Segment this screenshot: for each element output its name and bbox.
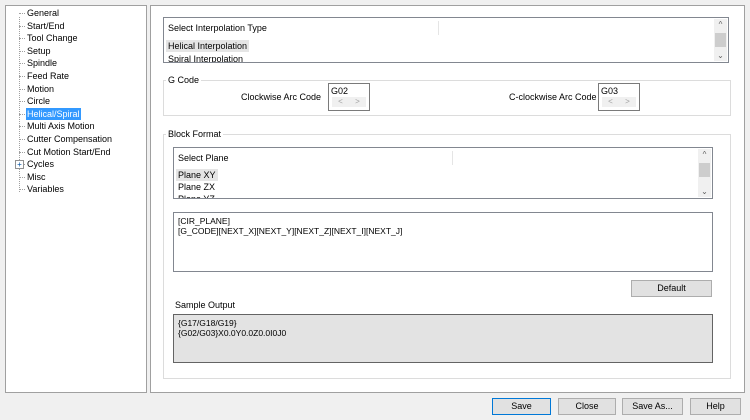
tree-item[interactable]: Motion [26,83,55,95]
chevron-left-icon[interactable]: < [608,97,613,107]
column-divider [438,21,439,35]
save-button[interactable]: Save [492,398,551,415]
help-button[interactable]: Help [690,398,741,415]
save-as-button[interactable]: Save As... [622,398,683,415]
group-title: Block Format [166,129,224,139]
field-value: G02 [331,86,349,96]
tree-line [19,13,25,14]
tree-line [19,101,25,103]
default-button[interactable]: Default [631,280,712,297]
format-line: [CIR_PLANE] [178,216,230,226]
tree-item[interactable]: Multi Axis Motion [26,120,96,132]
list-item[interactable]: Plane YZ [176,193,217,198]
chevron-right-icon[interactable]: > [625,97,630,107]
sample-output-label: Sample Output [175,300,236,310]
tree-item[interactable]: Cycles [26,158,55,170]
cw-arc-code-field[interactable]: G02 < > [328,83,370,111]
list-item[interactable]: Plane ZX [176,181,217,193]
tree-item[interactable]: Start/End [26,20,66,32]
tree-line [19,126,25,128]
tree-line [19,50,25,52]
tree-line [19,189,25,191]
sample-line: {G02/G03}X0.0Y0.0Z0.0I0J0 [178,328,287,338]
ccw-arc-label: C-clockwise Arc Code [509,92,597,102]
tree-line [19,88,25,90]
select-plane-list[interactable]: Select Plane Plane XY Plane ZX Plane YZ … [173,147,713,199]
chevron-up-icon[interactable]: ^ [698,150,711,159]
chevron-down-icon[interactable]: ⌄ [698,187,711,196]
list-item[interactable]: Plane XY [176,169,218,181]
list-item[interactable]: Helical Interpolation [166,40,250,52]
list-header: Select Plane [178,153,229,163]
tree-item[interactable]: General [26,7,60,19]
tree-line [19,113,25,115]
tree-item[interactable]: Cutter Compensation [26,133,113,145]
chevron-down-icon[interactable]: ⌄ [714,51,727,60]
tree-item[interactable]: Setup [26,45,52,57]
chevron-right-icon[interactable]: > [355,97,360,107]
tree-item[interactable]: Feed Rate [26,70,70,82]
tree-item[interactable]: Cut Motion Start/End [26,146,112,158]
spinner[interactable]: < > [602,97,636,107]
settings-tree[interactable]: General Start/End Tool Change Setup Spindle F… [5,5,147,393]
tree-line [19,151,25,153]
scrollbar[interactable]: ^ ⌄ [698,149,711,197]
tree-item[interactable]: Helical/Spiral [26,107,81,120]
tree-line [19,38,25,40]
sample-line: {G17/G18/G19} [178,318,237,328]
scrollbar[interactable]: ^ ⌄ [714,19,727,61]
chevron-left-icon[interactable]: < [338,97,343,107]
tree-item[interactable]: Variables [26,183,65,195]
tree-item[interactable]: Spindle [26,57,58,69]
tree-item[interactable]: Tool Change [26,32,79,44]
format-line: [G_CODE][NEXT_X][NEXT_Y][NEXT_Z][NEXT_I]… [178,226,403,236]
list-header: Select Interpolation Type [168,23,267,33]
cw-arc-label: Clockwise Arc Code [241,92,322,102]
expand-icon[interactable]: + [15,159,24,169]
field-value: G03 [601,86,619,96]
tree-line [19,76,25,77]
tree-line [19,176,25,178]
settings-panel: Select Interpolation Type Helical Interp… [150,5,745,393]
tree-line [19,139,25,140]
interpolation-type-list[interactable]: Select Interpolation Type Helical Interp… [163,17,729,63]
spinner[interactable]: < > [332,97,366,107]
tree-line [19,25,25,27]
tree-item[interactable]: Misc [26,171,47,183]
block-format-textarea[interactable]: [CIR_PLANE] [G_CODE][NEXT_X][NEXT_Y][NEX… [173,212,713,272]
ccw-arc-code-field[interactable]: G03 < > [598,83,640,111]
list-item[interactable]: Spiral Interpolation [166,53,245,62]
tree-item[interactable]: Circle [26,95,51,107]
sample-output-box: {G17/G18/G19} {G02/G03}X0.0Y0.0Z0.0I0J0 [173,314,713,363]
close-button[interactable]: Close [558,398,616,415]
group-title: G Code [166,75,202,85]
column-divider [452,151,453,165]
chevron-up-icon[interactable]: ^ [714,20,727,29]
tree-line [19,63,25,65]
